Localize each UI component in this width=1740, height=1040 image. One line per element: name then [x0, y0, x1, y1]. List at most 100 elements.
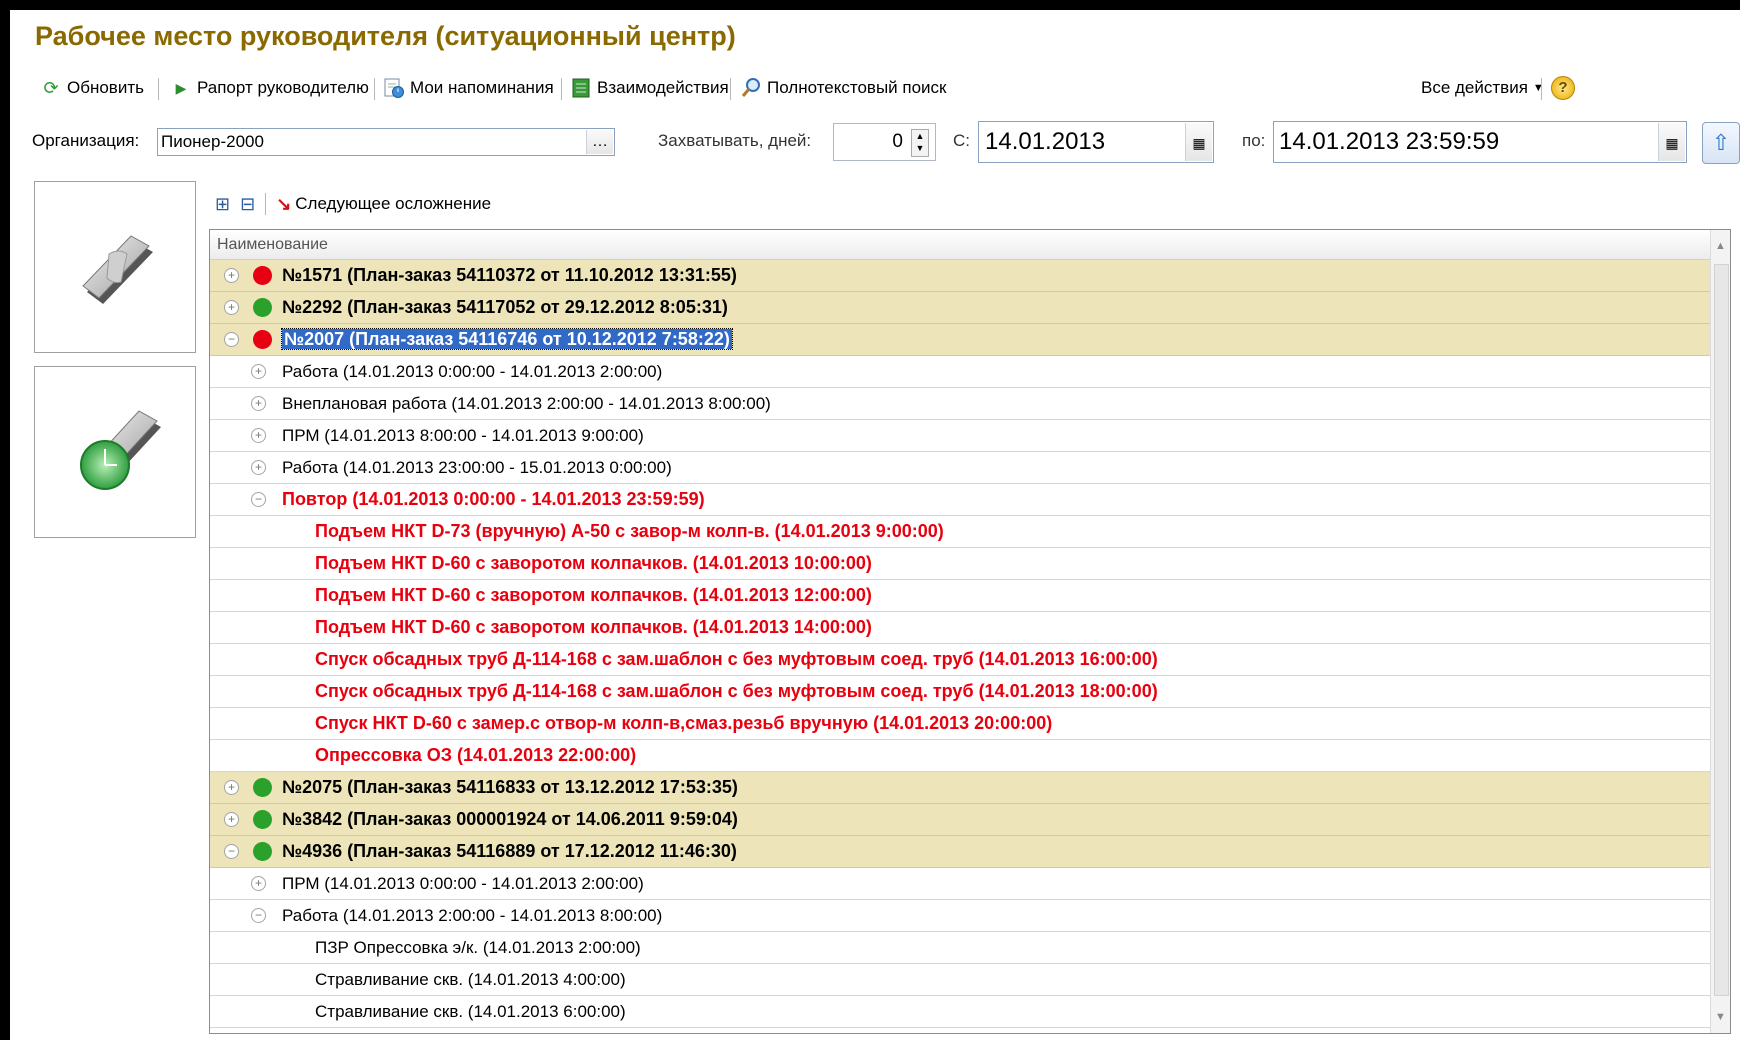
fulltext-search-button[interactable]: Полнотекстовый поиск	[740, 74, 946, 102]
left-panel-documents[interactable]	[34, 181, 196, 353]
from-label: С:	[953, 131, 970, 150]
expand-icon[interactable]: +	[224, 780, 239, 795]
row-text: Стравливание скв. (14.01.2013 6:00:00)	[315, 1002, 626, 1021]
capture-days-value: 0	[892, 131, 903, 152]
status-red-icon	[253, 330, 272, 349]
row-text: №1571 (План-заказ 54110372 от 11.10.2012…	[282, 265, 737, 285]
expand-icon[interactable]: +	[224, 300, 239, 315]
stage-row[interactable]: + Работа (14.01.2013 0:00:00 - 14.01.2013…	[210, 356, 1711, 388]
expand-icon[interactable]: +	[251, 460, 266, 475]
order-row[interactable]: − №2007 (План-заказ 54116746 от 10.12.201…	[210, 324, 1711, 356]
order-row[interactable]: + №2292 (План-заказ 54117052 от 29.12.201…	[210, 292, 1711, 324]
row-label: Спуск обсадных труб Д-114-168 с зам.шабл…	[315, 676, 1158, 707]
to-label: по:	[1242, 131, 1266, 150]
stage-row[interactable]: + Внеплановая работа (14.01.2013 2:00:00 …	[210, 388, 1711, 420]
row-text: Подъем НКТ D-60 с заворотом колпачков. (…	[315, 553, 872, 573]
to-date-field[interactable]: 14.01.2013 23:59:59 ▦	[1273, 121, 1687, 163]
org-label: Организация:	[32, 131, 140, 150]
stage-row[interactable]: + Работа (14.01.2013 23:00:00 - 15.01.201…	[210, 452, 1711, 484]
refresh-button[interactable]: ⟳ Обновить	[40, 74, 144, 102]
org-field[interactable]: Пионер-2000 …	[157, 128, 615, 156]
scroll-down-icon[interactable]: ▼	[1711, 1007, 1730, 1027]
status-green-icon	[253, 298, 272, 317]
row-label: №3842 (План-заказ 000001924 от 14.06.201…	[282, 804, 738, 835]
row-label: Стравливание скв. (14.01.2013 6:00:00)	[315, 996, 626, 1027]
row-label: Опрессовка ОЗ (14.01.2013 22:00:00)	[315, 740, 636, 771]
expand-icon[interactable]: +	[251, 364, 266, 379]
operation-row[interactable]: Опрессовка ОЗ (14.01.2013 22:00:00)	[210, 740, 1711, 772]
collapse-icon[interactable]: −	[224, 844, 239, 859]
expand-icon[interactable]: +	[251, 428, 266, 443]
status-green-icon	[253, 810, 272, 829]
stage-row[interactable]: + ПРМ (14.01.2013 8:00:00 - 14.01.2013 9:…	[210, 420, 1711, 452]
operation-row[interactable]: Подъем НКТ D-60 с заворотом колпачков. (…	[210, 612, 1711, 644]
scroll-thumb[interactable]	[1714, 264, 1729, 996]
operation-row[interactable]: Подъем НКТ D-60 с заворотом колпачков. (…	[210, 548, 1711, 580]
row-text: №4936 (План-заказ 54116889 от 17.12.2012…	[282, 841, 737, 861]
row-text: Опрессовка ОЗ (14.01.2013 22:00:00)	[315, 745, 637, 765]
expand-all-icon[interactable]: ⊞	[215, 194, 230, 215]
row-label: Подъем НКТ D-60 с заворотом колпачков. (…	[315, 548, 872, 579]
scroll-up-icon[interactable]: ▲	[1711, 236, 1730, 256]
status-green-icon	[253, 778, 272, 797]
left-panel-schedule[interactable]	[34, 366, 196, 538]
row-text: Подъем НКТ D-73 (вручную) А-50 с завор-м…	[315, 521, 944, 541]
operation-row[interactable]: Стравливание скв. (14.01.2013 6:00:00)	[210, 996, 1711, 1028]
operation-row[interactable]: Подъем НКТ D-60 с заворотом колпачков. (…	[210, 580, 1711, 612]
row-label: Спуск обсадных труб Д-114-168 с зам.шабл…	[315, 644, 1158, 675]
stepper-arrows-icon[interactable]: ▲ ▼	[911, 129, 929, 157]
row-text: ПЗР Опрессовка э/к. (14.01.2013 2:00:00)	[315, 938, 641, 957]
reminders-button[interactable]: Мои напоминания	[383, 74, 554, 102]
row-label: Работа (14.01.2013 2:00:00 - 14.01.2013 …	[282, 900, 662, 931]
collapse-all-icon[interactable]: ⊟	[240, 194, 255, 215]
help-button[interactable]: ?	[1551, 74, 1575, 102]
order-row[interactable]: + №1571 (План-заказ 54110372 от 11.10.201…	[210, 260, 1711, 292]
row-label: Работа (14.01.2013 23:00:00 - 15.01.2013…	[282, 452, 672, 483]
row-text: Подъем НКТ D-60 с заворотом колпачков. (…	[315, 585, 872, 605]
column-header-name[interactable]: Наименование	[210, 230, 1711, 260]
expand-icon[interactable]: +	[224, 268, 239, 283]
report-button[interactable]: ▶ Рапорт руководителю	[170, 74, 369, 102]
tree-rows: + №1571 (План-заказ 54110372 от 11.10.201…	[210, 260, 1711, 1033]
expand-icon[interactable]: +	[251, 396, 266, 411]
order-row[interactable]: + №3842 (План-заказ 000001924 от 14.06.20…	[210, 804, 1711, 836]
collapse-icon[interactable]: −	[251, 492, 266, 507]
capture-days-stepper[interactable]: 0 ▲ ▼	[833, 123, 936, 161]
row-text: Работа (14.01.2013 0:00:00 - 14.01.2013 …	[282, 362, 663, 381]
collapse-icon[interactable]: −	[224, 332, 239, 347]
order-row[interactable]: − №4936 (План-заказ 54116889 от 17.12.201…	[210, 836, 1711, 868]
row-text: Работа (14.01.2013 2:00:00 - 14.01.2013 …	[282, 906, 663, 925]
row-text: ПРМ (14.01.2013 0:00:00 - 14.01.2013 2:0…	[282, 874, 644, 893]
org-select-button[interactable]: …	[586, 130, 613, 154]
calendar-icon[interactable]: ▦	[1658, 123, 1685, 161]
stage-row[interactable]: + ПРМ (14.01.2013 0:00:00 - 14.01.2013 2:…	[210, 868, 1711, 900]
expand-icon[interactable]: +	[224, 812, 239, 827]
expand-icon[interactable]: +	[251, 876, 266, 891]
orders-tree[interactable]: Наименование + №1571 (План-заказ 54110372…	[209, 229, 1731, 1034]
operation-row[interactable]: Спуск обсадных труб Д-114-168 с зам.шабл…	[210, 676, 1711, 708]
row-text: №2075 (План-заказ 54116833 от 13.12.2012…	[282, 777, 738, 797]
row-label: Подъем НКТ D-60 с заворотом колпачков. (…	[315, 612, 872, 643]
operation-row[interactable]: Подъем НКТ D-73 (вручную) А-50 с завор-м…	[210, 516, 1711, 548]
collapse-icon[interactable]: −	[251, 908, 266, 923]
operation-row[interactable]: ПЗР Опрессовка э/к. (14.01.2013 2:00:00)	[210, 932, 1711, 964]
row-label: Внеплановая работа (14.01.2013 2:00:00 -…	[282, 388, 771, 419]
main-toolbar: ⟳ Обновить ▶ Рапорт руководителю Мои нап…	[38, 74, 1730, 104]
from-date-field[interactable]: 14.01.2013 ▦	[978, 121, 1214, 163]
order-row[interactable]: + №2075 (План-заказ 54116833 от 13.12.201…	[210, 772, 1711, 804]
arrow-up-icon[interactable]: ⇧	[1702, 122, 1740, 164]
stage-row[interactable]: − Работа (14.01.2013 2:00:00 - 14.01.2013…	[210, 900, 1711, 932]
refresh-icon: ⟳	[43, 78, 59, 98]
all-actions-menu[interactable]: Все действия ▼	[1421, 74, 1544, 102]
document-clock-icon	[80, 410, 161, 490]
operation-row[interactable]: Спуск обсадных труб Д-114-168 с зам.шабл…	[210, 644, 1711, 676]
operation-row[interactable]: Спуск НКТ D-60 с замер.с отвор-м колп-в,…	[210, 708, 1711, 740]
stage-row[interactable]: − Повтор (14.01.2013 0:00:00 - 14.01.2013…	[210, 484, 1711, 516]
vertical-scrollbar[interactable]: ▲ ▼	[1710, 230, 1730, 1033]
interactions-button[interactable]: Взаимодействия	[570, 74, 729, 102]
next-complication-button[interactable]: ↘ Следующее осложнение	[276, 194, 491, 215]
row-label: Спуск НКТ D-60 с замер.с отвор-м колп-в,…	[315, 708, 1052, 739]
operation-row[interactable]: Стравливание скв. (14.01.2013 4:00:00)	[210, 964, 1711, 996]
calendar-icon[interactable]: ▦	[1185, 123, 1212, 161]
to-date-value: 14.01.2013 23:59:59	[1279, 128, 1500, 155]
